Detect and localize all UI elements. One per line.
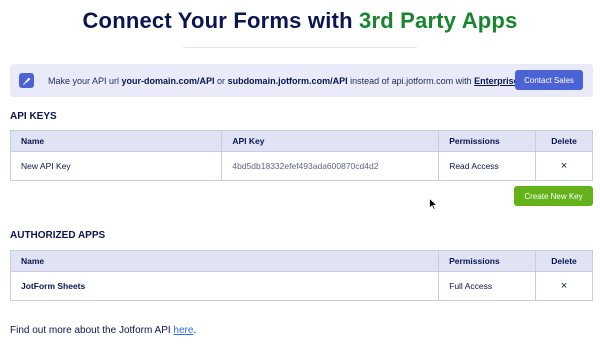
enterprise-link[interactable]: Enterprise [474, 76, 519, 86]
authorized-apps-heading: AUTHORIZED APPS [10, 230, 106, 241]
column-header-delete: Delete [535, 250, 593, 272]
banner-text: Make your API url your-domain.com/API or… [48, 76, 521, 86]
banner-domain-example: your-domain.com/API [121, 75, 215, 86]
table-row: New API Key 4bd5db18332efef493ada600870c… [9, 151, 593, 181]
column-header-delete: Delete [535, 130, 593, 152]
api-key-value: 4bd5db18332efef493ada600870cd4d2 [221, 151, 440, 181]
title-divider [183, 47, 417, 48]
banner-text-part: Make your API url [48, 75, 122, 86]
api-keys-heading: API KEYS [10, 111, 57, 122]
footer-note: Find out more about the Jotform API here… [10, 325, 196, 336]
delete-icon[interactable]: × [561, 280, 567, 292]
api-key-name: New API Key [9, 151, 223, 181]
api-key-permissions: Read Access [438, 151, 537, 181]
mouse-cursor-icon [429, 198, 438, 210]
enterprise-banner: Make your API url your-domain.com/API or… [10, 64, 593, 97]
page-title: Connect Your Forms with 3rd Party Apps [0, 8, 600, 34]
column-header-permissions: Permissions [438, 130, 537, 152]
api-keys-table: Name API Key Permissions Delete New API … [9, 130, 593, 181]
banner-text-part: or [214, 75, 228, 86]
column-header-permissions: Permissions [438, 250, 537, 272]
page-title-main: Connect Your Forms with [82, 8, 360, 33]
table-header-row: Name API Key Permissions Delete [9, 130, 593, 152]
delete-icon[interactable]: × [561, 160, 567, 172]
table-header-row: Name Permissions Delete [9, 250, 593, 272]
contact-sales-button[interactable]: Contact Sales [515, 70, 583, 90]
create-new-key-button[interactable]: Create New Key [514, 186, 593, 206]
footer-text: . [193, 325, 197, 336]
app-name: JotForm Sheets [9, 271, 440, 301]
rocket-icon [19, 73, 34, 88]
footer-text: Find out more about the Jotform API [10, 325, 174, 336]
authorized-apps-table: Name Permissions Delete JotForm Sheets F… [9, 250, 593, 301]
delete-cell: × [535, 151, 593, 181]
api-docs-link[interactable]: here [173, 325, 193, 336]
banner-subdomain-example: subdomain.jotform.com/API [227, 75, 348, 86]
table-row: JotForm Sheets Full Access × [9, 271, 593, 301]
page-title-accent: 3rd Party Apps [359, 8, 518, 33]
banner-text-part: instead of api.jotform.com with [347, 75, 475, 86]
app-permissions: Full Access [438, 271, 537, 301]
column-header-name: Name [9, 250, 440, 272]
column-header-api-key: API Key [221, 130, 440, 152]
column-header-name: Name [9, 130, 223, 152]
delete-cell: × [535, 271, 593, 301]
